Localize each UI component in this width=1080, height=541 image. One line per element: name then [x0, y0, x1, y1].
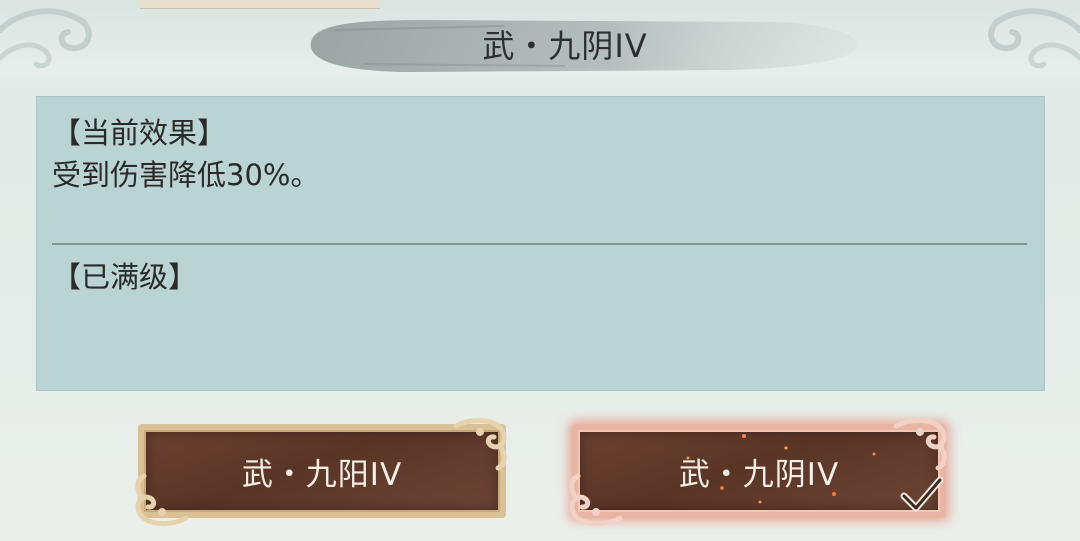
skill-title: 武・九阴IV	[482, 27, 648, 65]
skill-info-panel: 【当前效果】 受到伤害降低30%。 【已满级】	[36, 96, 1045, 391]
skill-option-button-jiuyin-selected[interactable]: 武・九阴IV	[569, 418, 947, 526]
panel-divider	[52, 243, 1027, 245]
corner-scroll-ornament-icon	[453, 418, 507, 471]
checkmark-icon	[900, 476, 944, 512]
cloud-ornament-icon	[0, 8, 92, 69]
corner-scroll-ornament-icon	[569, 473, 623, 526]
current-effect-text: 受到伤害降低30%。	[52, 158, 320, 192]
current-effect-heading: 【当前效果】	[52, 116, 227, 150]
max-level-status: 【已满级】	[52, 260, 198, 294]
skill-detail-screen: 武・九阴IV 【当前效果】 受到伤害降低30%。 【已满级】 武・九阳IV 武・…	[0, 0, 1080, 541]
corner-scroll-ornament-icon	[893, 418, 947, 471]
top-frame-strip	[140, 0, 380, 9]
cloud-ornament-icon	[988, 8, 1080, 69]
corner-scroll-ornament-icon	[135, 473, 189, 526]
skill-option-button-jiuyang[interactable]: 武・九阳IV	[135, 418, 507, 526]
